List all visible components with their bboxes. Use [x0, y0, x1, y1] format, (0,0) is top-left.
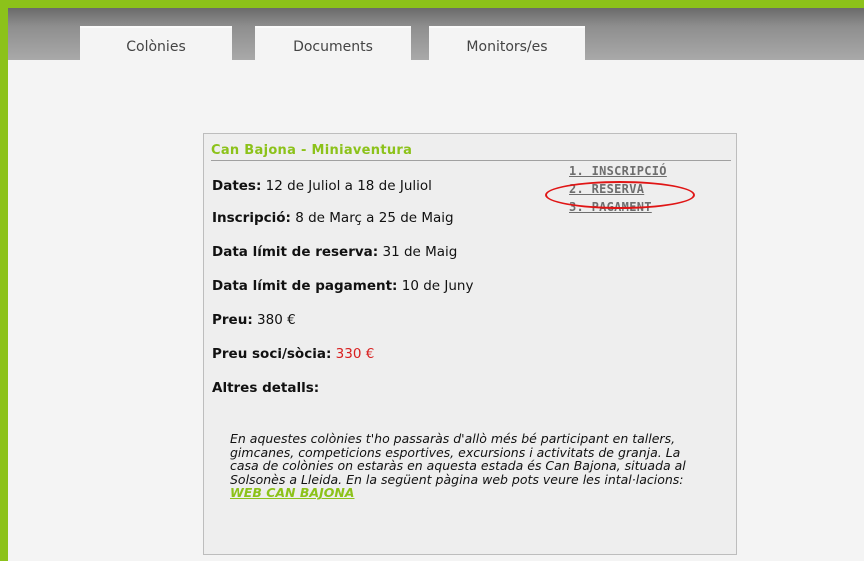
tab-monitors[interactable]: Monitors/es	[429, 26, 585, 62]
left-border	[0, 0, 8, 561]
field-inscripcio-value: 8 de Març a 25 de Maig	[295, 210, 454, 226]
camp-title: Can Bajona - Miniaventura	[211, 143, 413, 158]
title-divider	[211, 160, 731, 161]
field-price-label: Preu:	[212, 312, 253, 328]
field-price: Preu: 380 €	[212, 312, 296, 328]
field-inscripcio-label: Inscripció:	[212, 210, 291, 226]
reserva-highlight-circle	[545, 181, 695, 209]
field-price-value: 380 €	[257, 312, 296, 328]
field-payment-deadline-label: Data límit de pagament:	[212, 278, 398, 294]
field-other-details: Altres detalls:	[212, 380, 319, 396]
tab-documents[interactable]: Documents	[255, 26, 411, 62]
field-reserve-deadline-label: Data límit de reserva:	[212, 244, 379, 260]
description-text: En aquestes colònies t'ho passaràs d'all…	[230, 431, 686, 487]
field-payment-deadline-value: 10 de Juny	[401, 278, 474, 294]
field-other-details-label: Altres detalls:	[212, 380, 320, 396]
field-inscripcio: Inscripció: 8 de Març a 25 de Maig	[212, 210, 454, 226]
step-inscripcio-link[interactable]: 1. INSCRIPCIÓ	[569, 162, 667, 180]
field-member-price-value: 330 €	[335, 346, 375, 362]
camp-description: En aquestes colònies t'ho passaràs d'all…	[230, 432, 708, 500]
field-payment-deadline: Data límit de pagament: 10 de Juny	[212, 278, 473, 294]
field-dates-label: Dates:	[212, 178, 262, 194]
web-can-bajona-link[interactable]: WEB CAN BAJONA	[230, 485, 354, 500]
field-reserve-deadline-value: 31 de Maig	[382, 244, 458, 260]
field-dates: Dates: 12 de Juliol a 18 de Juliol	[212, 178, 432, 194]
tab-colonies[interactable]: Colònies	[80, 26, 232, 62]
field-member-price: Preu soci/sòcia: 330 €	[212, 346, 374, 362]
top-border	[0, 0, 864, 8]
field-dates-value: 12 de Juliol a 18 de Juliol	[265, 178, 432, 194]
field-member-price-label: Preu soci/sòcia:	[212, 346, 332, 362]
field-reserve-deadline: Data límit de reserva: 31 de Maig	[212, 244, 457, 260]
